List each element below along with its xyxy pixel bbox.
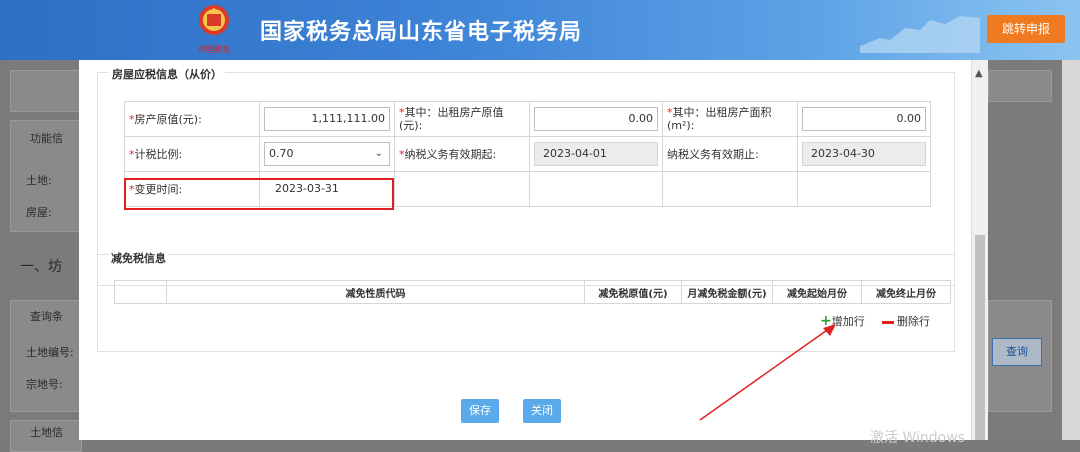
rented-area-label: 其中：出租房产面积(m²):	[667, 106, 772, 132]
obligation-start-field: 2023-04-01	[534, 142, 658, 166]
tax-ratio-label-cell: *计税比例:	[124, 136, 260, 172]
house-section-title: 房屋应税信息（从价）	[109, 66, 225, 82]
query-button[interactable]: 查询	[992, 338, 1042, 366]
tax-ratio-label: 计税比例:	[134, 148, 183, 161]
delete-row-label: 删除行	[897, 315, 930, 328]
jump-declare-button[interactable]: 跳转申报	[987, 15, 1065, 43]
select-column[interactable]	[114, 280, 167, 304]
scroll-up-icon[interactable]: ▲	[975, 68, 983, 79]
bg-label-land-info: 土地信	[30, 426, 63, 439]
annotation-arrow	[699, 324, 836, 421]
col-relief-original: 减免税原值(元)	[584, 280, 682, 304]
rented-value-label: 其中：出租房产原值(元):	[399, 106, 504, 132]
bg-label-parcel-no: 宗地号:	[26, 378, 63, 391]
site-title: 国家税务总局山东省电子税务局	[260, 20, 583, 45]
rented-area-input[interactable]: 0.00	[802, 107, 926, 131]
original-value-input[interactable]: 1,111,111.00	[264, 107, 390, 131]
col-relief-code: 减免性质代码	[166, 280, 585, 304]
obligation-end-label: 纳税义务有效期止:	[662, 136, 798, 172]
delete-row-button[interactable]: 删除行	[882, 313, 930, 329]
bg-heading: 一、坊	[20, 259, 62, 275]
save-button[interactable]: 保存	[461, 399, 499, 423]
relief-table-header: 减免性质代码 减免税原值(元) 月减免税金额(元) 减免起始月份 减免终止月份	[114, 280, 951, 304]
relief-section-title: 减免税信息	[109, 250, 168, 266]
great-wall-decoration	[860, 16, 980, 53]
emblem-text: 中国税务	[198, 44, 230, 54]
rented-value-label-cell: *其中：出租房产原值(元):	[394, 101, 530, 137]
tax-ratio-select[interactable]: 0.70 ⌄	[264, 142, 390, 166]
close-button[interactable]: 关闭	[523, 399, 561, 423]
original-value-label-cell: *房产原值(元):	[124, 101, 260, 137]
page-scrollbar[interactable]	[1062, 60, 1080, 440]
col-relief-monthly: 月减免税金额(元)	[681, 280, 773, 304]
scroll-thumb[interactable]	[975, 235, 985, 440]
site-banner: 中国税务 国家税务总局山东省电子税务局 跳转申报	[0, 0, 1080, 60]
highlight-box-change-time	[124, 178, 394, 210]
tax-emblem-logo: 中国税务	[198, 5, 230, 54]
bg-label-function: 功能信	[30, 132, 63, 145]
bg-label-query: 查询条	[30, 310, 63, 323]
relief-table: 减免性质代码 减免税原值(元) 月减免税金额(元) 减免起始月份 减免终止月份	[114, 280, 951, 304]
minus-icon	[882, 320, 894, 324]
windows-watermark: 激活 Windows	[870, 430, 965, 446]
bg-label-land: 土地:	[26, 174, 52, 187]
col-relief-end: 减免终止月份	[861, 280, 951, 304]
bg-label-house: 房屋:	[26, 206, 52, 219]
chevron-down-icon: ⌄	[374, 148, 383, 159]
obligation-start-label: 纳税义务有效期起:	[404, 148, 497, 161]
bg-label-land-no: 土地编号:	[26, 346, 74, 359]
obligation-end-field: 2023-04-30	[802, 142, 926, 166]
house-tax-dialog: 房屋应税信息（从价） *房产原值(元): 1,111,111.00 *其中：出租…	[79, 60, 987, 440]
tax-ratio-value: 0.70	[269, 147, 294, 160]
original-value-label: 房产原值(元):	[134, 113, 202, 126]
obligation-start-label-cell: *纳税义务有效期起:	[394, 136, 530, 172]
dialog-scrollbar[interactable]: ▲	[971, 60, 988, 440]
rented-area-label-cell: *其中：出租房产面积(m²):	[662, 101, 798, 137]
rented-value-input[interactable]: 0.00	[534, 107, 658, 131]
col-relief-start: 减免起始月份	[772, 280, 862, 304]
